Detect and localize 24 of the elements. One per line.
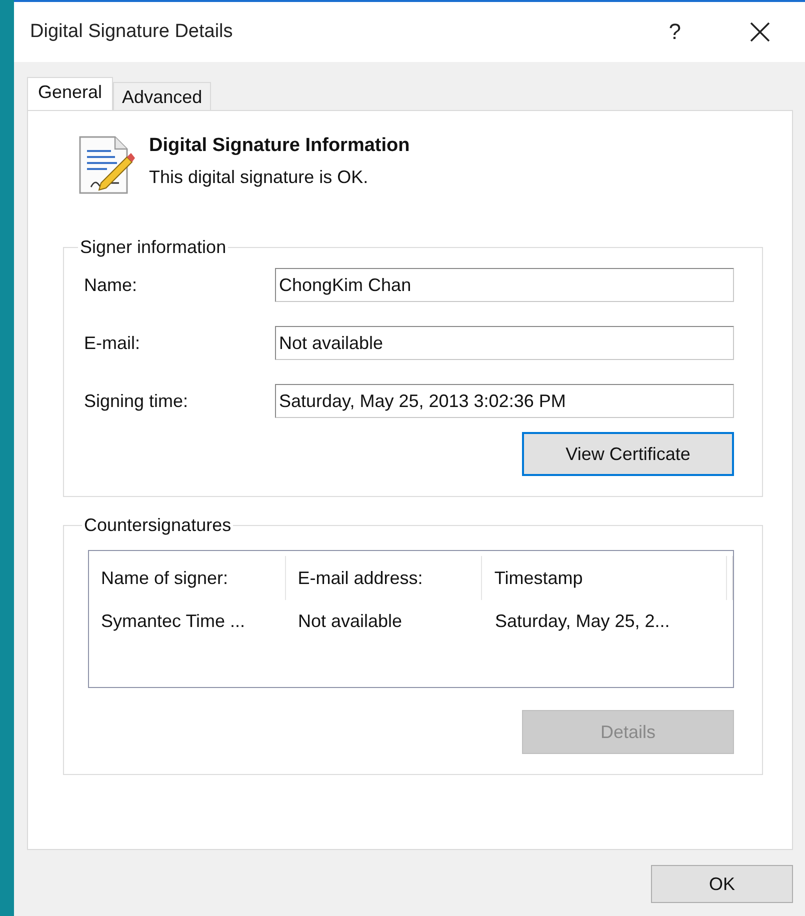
tab[interactable]: General: [27, 77, 114, 110]
text-field[interactable]: Saturday, May 25, 2013 3:02:36 PM: [275, 384, 734, 418]
column-header[interactable]: Name of signer:: [89, 556, 286, 600]
action-button: Details: [522, 710, 734, 754]
text-field[interactable]: Not available: [275, 326, 734, 360]
list-cell[interactable]: Not available: [286, 610, 483, 632]
help-button[interactable]: ?: [668, 19, 681, 45]
action-button[interactable]: View Certificate: [522, 432, 734, 476]
field-label: E-mail:: [84, 332, 142, 354]
field-label: Name:: [84, 274, 138, 296]
column-header[interactable]: Timestamp: [482, 556, 728, 600]
list-cell[interactable]: Symantec Time ...: [89, 610, 286, 632]
group-label: Countersignatures: [83, 515, 232, 536]
list-cell[interactable]: Saturday, May 25, 2...: [483, 610, 728, 632]
status-text: This digital signature is OK.: [149, 167, 370, 188]
tab[interactable]: Advanced: [113, 82, 212, 110]
window-title: Digital Signature Details: [30, 21, 233, 43]
heading: Digital Signature Information: [149, 135, 410, 157]
column-header[interactable]: E-mail address:: [286, 556, 482, 600]
text-field[interactable]: ChongKim Chan: [275, 268, 734, 302]
document-signature-icon: [77, 135, 135, 197]
ok-button[interactable]: OK: [651, 865, 793, 903]
field-label: Signing time:: [84, 390, 190, 412]
group-label: Signer information: [79, 237, 228, 258]
